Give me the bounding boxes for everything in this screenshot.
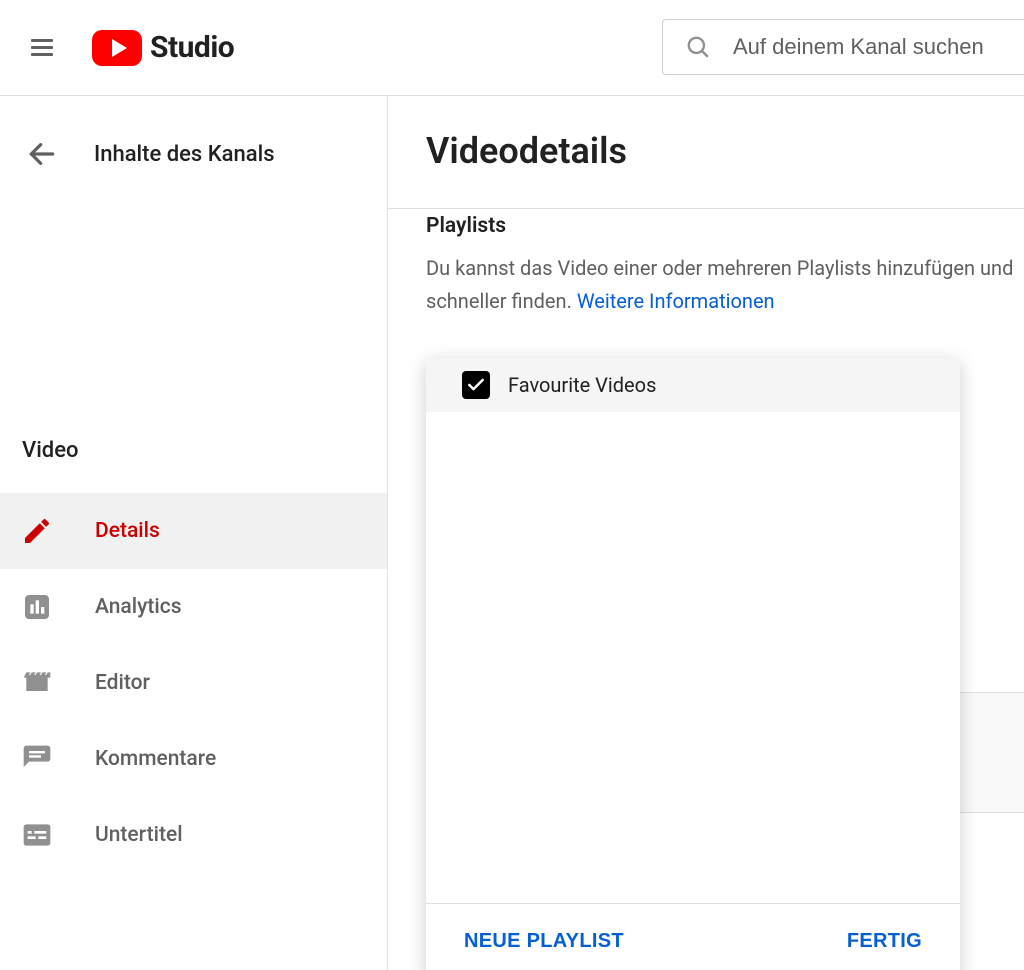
learn-more-link[interactable]: Weitere Informationen: [577, 289, 775, 313]
playlist-checkbox[interactable]: [462, 371, 490, 399]
sidebar-item-editor[interactable]: Editor: [0, 645, 387, 721]
done-button[interactable]: FERTIG: [847, 930, 922, 953]
sidebar-back-label: Inhalte des Kanals: [94, 142, 275, 167]
sidebar-item-details[interactable]: Details: [0, 493, 387, 569]
playlist-row[interactable]: Favourite Videos: [426, 358, 960, 412]
section-subtext: Du kannst das Video einer oder mehreren …: [426, 252, 1024, 318]
hamburger-menu-button[interactable]: [22, 28, 62, 68]
sidebar-back[interactable]: Inhalte des Kanals: [0, 120, 387, 188]
comment-icon: [21, 743, 53, 775]
sidebar-item-comments[interactable]: Kommentare: [0, 721, 387, 797]
youtube-play-icon: [92, 30, 142, 66]
sidebar-item-label: Untertitel: [95, 823, 183, 847]
back-arrow-icon: [26, 138, 58, 170]
playlist-popup: Favourite Videos NEUE PLAYLIST FERTIG: [426, 358, 960, 970]
page-title: Videodetails: [426, 130, 1024, 172]
subtitles-icon: [21, 819, 53, 851]
analytics-icon: [21, 591, 53, 623]
search-input[interactable]: [733, 34, 1024, 60]
hamburger-icon: [31, 37, 53, 58]
playlist-item-label: Favourite Videos: [508, 373, 656, 397]
new-playlist-button[interactable]: NEUE PLAYLIST: [464, 930, 624, 953]
sidebar-item-subtitles[interactable]: Untertitel: [0, 797, 387, 873]
playlist-popup-body: [426, 412, 960, 903]
search-box[interactable]: [662, 19, 1024, 75]
studio-logo[interactable]: Studio: [92, 30, 234, 66]
sidebar-item-analytics[interactable]: Analytics: [0, 569, 387, 645]
section-heading: Playlists: [426, 214, 1024, 238]
main-content: Videodetails Playlists Du kannst das Vid…: [388, 96, 1024, 970]
sidebar-item-label: Details: [95, 519, 160, 543]
divider: [388, 208, 1024, 209]
sidebar-section-label: Video: [0, 438, 387, 463]
brand-text: Studio: [150, 30, 234, 65]
playlist-popup-footer: NEUE PLAYLIST FERTIG: [426, 903, 960, 970]
sidebar-item-label: Editor: [95, 671, 150, 695]
search-icon: [685, 34, 711, 60]
sidebar-item-label: Analytics: [95, 595, 182, 619]
pencil-icon: [21, 515, 53, 547]
sidebar: Inhalte des Kanals Video Details Analyti…: [0, 96, 388, 970]
background-info-box: htigung „spezie n: [960, 692, 1024, 813]
clapperboard-icon: [21, 667, 53, 699]
sidebar-item-label: Kommentare: [95, 747, 216, 771]
